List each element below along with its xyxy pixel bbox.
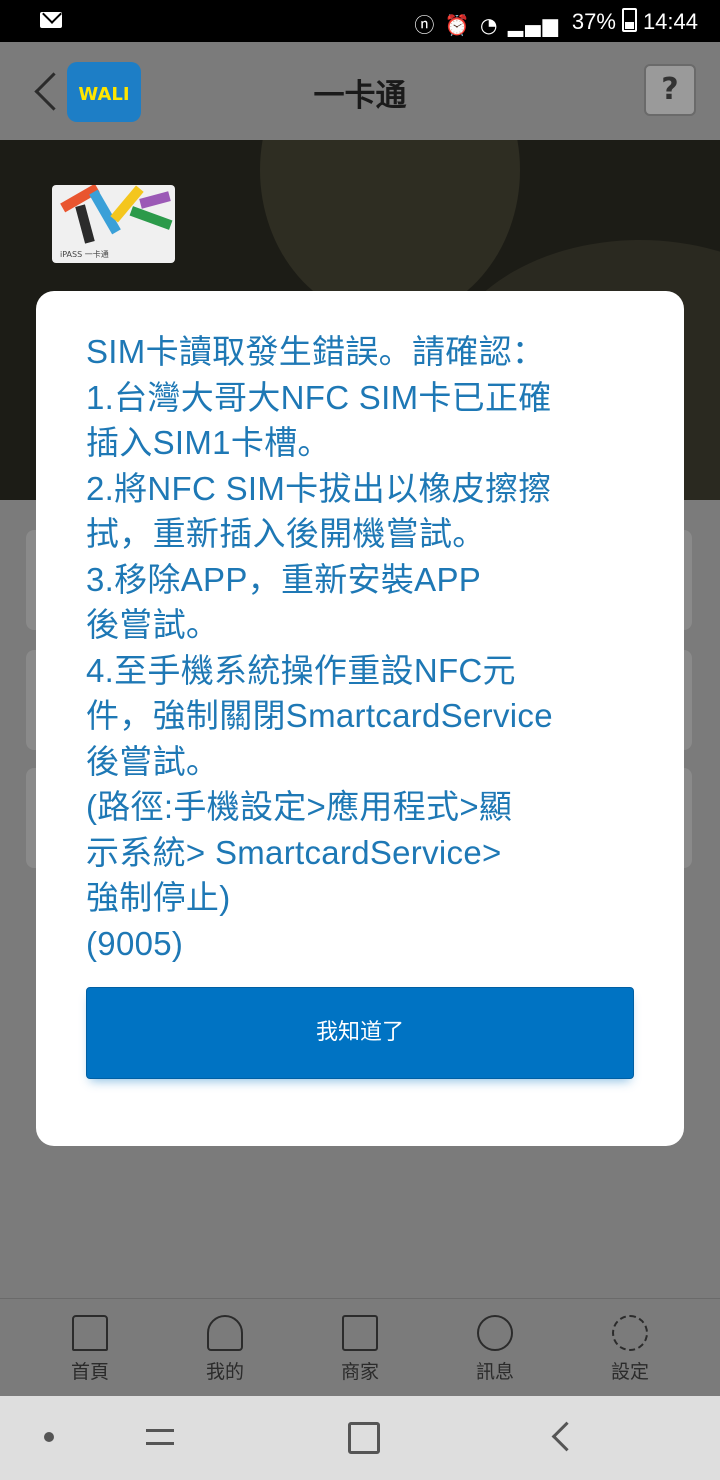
status-right: 37% 14:44 — [572, 8, 698, 35]
battery-icon — [621, 8, 637, 32]
acknowledge-button[interactable]: 我知道了 — [86, 987, 634, 1079]
tab-label: 首頁 — [70, 1361, 109, 1383]
ipass-card-image[interactable]: iPASS 一卡通 — [52, 185, 175, 263]
tab-label: 設定 — [610, 1361, 649, 1383]
system-nav-bar — [0, 1396, 720, 1480]
tab-messages[interactable]: 訊息 — [455, 1315, 535, 1384]
bottom-tab-bar: 首頁 我的 商家 訊息 設定 — [0, 1298, 720, 1397]
tab-label: 訊息 — [475, 1361, 514, 1383]
gear-icon — [612, 1315, 648, 1351]
user-icon — [207, 1315, 243, 1351]
tab-label: 商家 — [340, 1361, 379, 1383]
home-button-icon[interactable] — [348, 1422, 380, 1454]
app-bar: WALI 一卡通 ? — [0, 42, 720, 140]
status-icons: ⓝ ⏰ ◔ ▂▄▆ — [414, 13, 560, 37]
store-icon — [342, 1315, 378, 1351]
page-title: 一卡通 — [313, 78, 407, 114]
status-bar: ⓝ ⏰ ◔ ▂▄▆ 37% 14:44 — [0, 0, 720, 42]
recent-apps-icon[interactable] — [146, 1424, 174, 1448]
tab-home[interactable]: 首頁 — [50, 1315, 130, 1384]
home-icon — [72, 1315, 108, 1351]
card-stroke — [75, 204, 95, 244]
nav-dot-icon[interactable] — [44, 1432, 54, 1442]
message-icon — [477, 1315, 513, 1351]
help-button[interactable]: ? — [644, 64, 696, 116]
help-label: ? — [661, 72, 679, 107]
card-stroke — [129, 206, 173, 230]
clock: 14:44 — [642, 9, 698, 34]
back-arrow-icon[interactable] — [551, 1421, 582, 1452]
tab-my[interactable]: 我的 — [185, 1315, 265, 1384]
mail-icon — [40, 12, 62, 28]
card-label: iPASS 一卡通 — [60, 250, 109, 259]
dialog-message: SIM卡讀取發生錯誤。請確認： 1.台灣大哥大NFC SIM卡已正確 插入SIM… — [86, 333, 553, 962]
battery-percent: 37% — [571, 9, 616, 34]
tab-label: 我的 — [205, 1361, 244, 1383]
error-dialog: SIM卡讀取發生錯誤。請確認： 1.台灣大哥大NFC SIM卡已正確 插入SIM… — [36, 291, 684, 1146]
tab-settings[interactable]: 設定 — [590, 1315, 670, 1384]
card-stroke — [139, 191, 171, 209]
tab-merchants[interactable]: 商家 — [320, 1315, 400, 1384]
